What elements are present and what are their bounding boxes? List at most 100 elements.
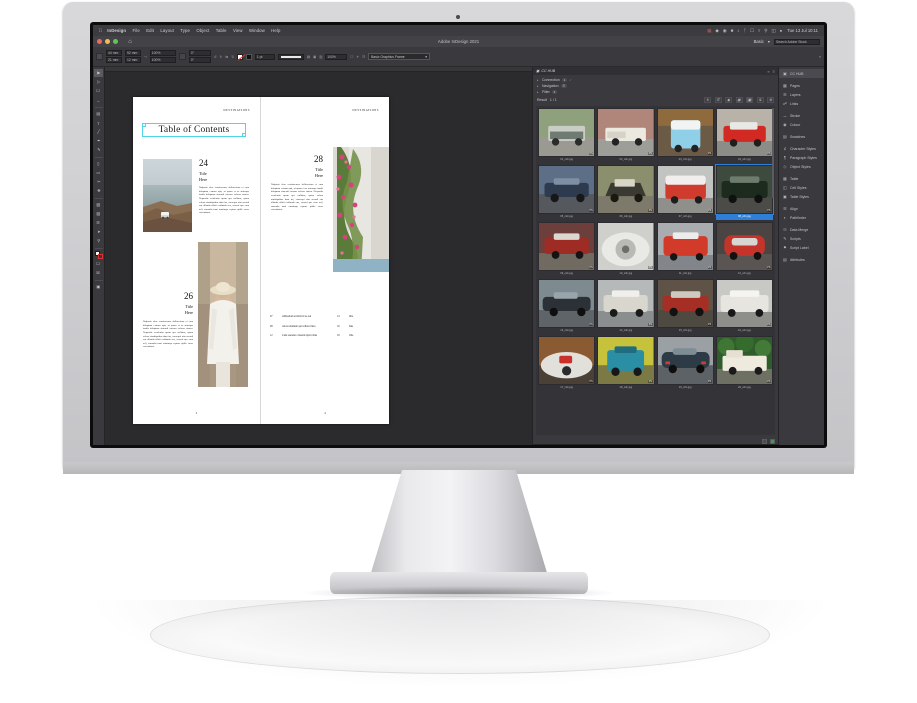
toc-heading-frame[interactable]: Table of Contents xyxy=(141,122,247,138)
width-field[interactable]: 92 mm xyxy=(125,49,141,56)
text-frame-options-icon[interactable] xyxy=(178,53,186,60)
list-view-icon[interactable]: ☰ xyxy=(714,97,722,103)
sidebar-item-table-styles[interactable]: ▣ Table Styles xyxy=(779,192,824,201)
shear-field[interactable]: 0° xyxy=(188,57,211,64)
height-field[interactable]: 12 mm xyxy=(125,57,141,64)
tab-cc-hub[interactable]: ▣ CC HUB xyxy=(536,69,555,73)
sidebar-item-attributes[interactable]: ▤ Attributes xyxy=(779,255,824,264)
sidebar-item-cell-styles[interactable]: ◫ Cell Styles xyxy=(779,183,824,192)
search-icon[interactable]: ⚲ xyxy=(762,28,769,34)
bluetooth-icon[interactable]: ᛏ xyxy=(741,28,748,33)
menu-item-edit[interactable]: Edit xyxy=(143,28,157,33)
thumbnail-cell[interactable]: PS 20_cdn.jpg xyxy=(715,336,773,391)
menu-item-help[interactable]: Help xyxy=(268,28,284,33)
thumbnail-cell[interactable]: PS 14_cdn.jpg xyxy=(597,279,655,334)
document-canvas[interactable]: DESTINATIONS Table of Contents 24 Title … xyxy=(105,67,824,445)
toc-row[interactable]: 18 Obe xyxy=(337,334,353,337)
zoom-tool[interactable]: ⚲ xyxy=(94,237,103,245)
free-transform-tool[interactable]: ✥ xyxy=(94,187,103,195)
pen-tool[interactable]: ✒ xyxy=(94,137,103,145)
chevron-right-icon[interactable]: ▸ xyxy=(537,90,540,94)
sidebar-item-object-styles[interactable]: ◇ Object Styles xyxy=(779,162,824,171)
collapse-icon[interactable]: « xyxy=(767,69,769,74)
flip-vertical-icon[interactable]: ⇅ xyxy=(231,55,234,59)
sidebar-item-swatches[interactable]: ▤ Swatches xyxy=(779,132,824,141)
sidebar-item-colour[interactable]: ◉ Colour xyxy=(779,120,824,129)
line-tool[interactable]: ╱ xyxy=(94,128,103,136)
gradient-swatch-tool[interactable]: ▨ xyxy=(94,201,103,209)
control-panel-menu-icon[interactable]: ≡ xyxy=(819,55,821,59)
sidebar-item-data-merge[interactable]: ☷ Data Merge xyxy=(779,225,824,234)
coast-campervan-photo[interactable] xyxy=(143,159,192,232)
gradient-feather-tool[interactable]: ▧ xyxy=(94,210,103,218)
woman-hat-street-photo[interactable] xyxy=(198,242,248,387)
screen-mode-tool[interactable]: ▣ xyxy=(94,283,103,291)
close-button[interactable] xyxy=(97,39,102,44)
align-right-icon[interactable]: ▥ xyxy=(319,55,322,59)
sidebar-item-pathfinder[interactable]: ◐ Pathfinder xyxy=(779,213,824,222)
apple-icon[interactable]:  xyxy=(97,28,104,34)
sidebar-item-pages[interactable]: ▦ Pages xyxy=(779,81,824,90)
menu-item-table[interactable]: Table xyxy=(213,28,230,33)
toc-row[interactable]: 07 Alibusdam eveliali id ea aut xyxy=(270,315,317,318)
rotate-ccw-icon[interactable]: ↺ xyxy=(214,55,217,59)
sidebar-item-align[interactable]: ☰ Align xyxy=(779,204,824,213)
refresh-icon[interactable]: ↻ xyxy=(704,97,711,103)
thumbnail-cell[interactable]: PS 15_cdn.jpg xyxy=(656,279,714,334)
sidebar-item-cc-hub[interactable]: ▣ CC HUB xyxy=(779,69,824,78)
stroke-swatch[interactable] xyxy=(245,53,252,60)
toc-row[interactable]: 12 Cum eseretur consenis ipisi rollus xyxy=(270,334,317,337)
sidebar-item-script-label[interactable]: ⚑ Script Label xyxy=(779,243,824,252)
sidebar-item-links[interactable]: ☍ Links xyxy=(779,99,824,108)
y-position-field[interactable]: 21 mm xyxy=(106,57,122,64)
chevron-down-icon[interactable]: ▾ xyxy=(768,39,770,44)
control-center-icon[interactable]: ◫ xyxy=(769,28,777,34)
stock-search-input[interactable]: Search Adobe Stock xyxy=(774,38,820,45)
menu-item-indesign[interactable]: InDesign xyxy=(104,28,129,33)
adobe-cc-icon[interactable]: ◉ xyxy=(721,28,729,34)
menu-item-window[interactable]: Window xyxy=(246,28,268,33)
thumbnail-cell[interactable]: PS 07_cdn.jpg xyxy=(656,165,714,220)
menu-item-layout[interactable]: Layout xyxy=(157,28,177,33)
align-left-icon[interactable]: ▤ xyxy=(307,55,310,59)
note-tool[interactable]: ☰ xyxy=(94,219,103,227)
sidebar-item-table[interactable]: ▦ Table xyxy=(779,174,824,183)
detail-view-icon[interactable]: ◉ xyxy=(725,97,732,103)
toc-row[interactable]: 14 Ime xyxy=(337,315,353,318)
settings-icon[interactable]: ⚙ xyxy=(767,97,774,103)
zoom-button[interactable] xyxy=(113,39,118,44)
placement-options-icon[interactable] xyxy=(762,438,767,444)
rectangle-tool[interactable]: ▭ xyxy=(94,169,103,177)
thumbnail-cell[interactable]: PS 03_cdn.jpg xyxy=(656,108,714,163)
grid-large-icon[interactable]: ▣ xyxy=(746,97,753,103)
minimise-button[interactable] xyxy=(105,39,110,44)
grid-icon[interactable]: ▦ xyxy=(705,28,713,34)
chevron-down-icon[interactable]: ▾ xyxy=(425,55,427,59)
scissors-tool[interactable]: ✂ xyxy=(94,178,103,186)
toc-row[interactable]: 08 Alore utiamunt qui velliert ilnea xyxy=(270,325,317,328)
align-center-icon[interactable]: ▣ xyxy=(313,55,316,59)
sidebar-item-layers[interactable]: ☰ Layers xyxy=(779,90,824,99)
grid-small-icon[interactable]: ▦ xyxy=(735,97,743,103)
thumbnail-cell[interactable]: PS 02_cdn.jpg xyxy=(597,108,655,163)
chevron-right-icon[interactable]: ▸ xyxy=(537,78,540,82)
opacity-field[interactable]: 100% xyxy=(325,53,348,60)
thumbnail-cell[interactable]: PS 10_cdn.jpg xyxy=(597,222,655,277)
dropbox-icon[interactable]: ◆ xyxy=(713,28,720,34)
flip-horizontal-icon[interactable]: ⇆ xyxy=(225,55,228,59)
thumbnail-cell[interactable]: PS 12_cdn.jpg xyxy=(715,222,773,277)
cc-hub-thumbnail-grid[interactable]: PS 01_cdn.jpg PS 02_cdn.jpg PS 03_cdn.jp… xyxy=(536,106,775,435)
home-icon[interactable]: ⌂ xyxy=(126,38,134,46)
sidebar-item-paragraph-styles[interactable]: ¶ Paragraph Styles xyxy=(779,153,824,162)
object-style-dropdown[interactable]: Basic Graphics Frame ▾ xyxy=(368,53,431,60)
menu-item-object[interactable]: Object xyxy=(193,28,212,33)
fill-swatch[interactable] xyxy=(236,53,243,60)
workspace-label[interactable]: Basic xyxy=(754,39,764,44)
thumbnail-cell[interactable]: PS 18_cdn.jpg xyxy=(597,336,655,391)
bougainvillea-wall-photo[interactable] xyxy=(333,147,389,272)
page-left[interactable]: DESTINATIONS Table of Contents 24 Title … xyxy=(133,97,261,424)
selection-tool[interactable]: ▶ xyxy=(94,69,103,77)
thumbnail-cell[interactable]: PS 05_cdn.jpg xyxy=(538,165,596,220)
display-icon[interactable]: ☐ xyxy=(748,28,756,34)
chevron-right-icon[interactable]: ▸ xyxy=(537,84,540,88)
